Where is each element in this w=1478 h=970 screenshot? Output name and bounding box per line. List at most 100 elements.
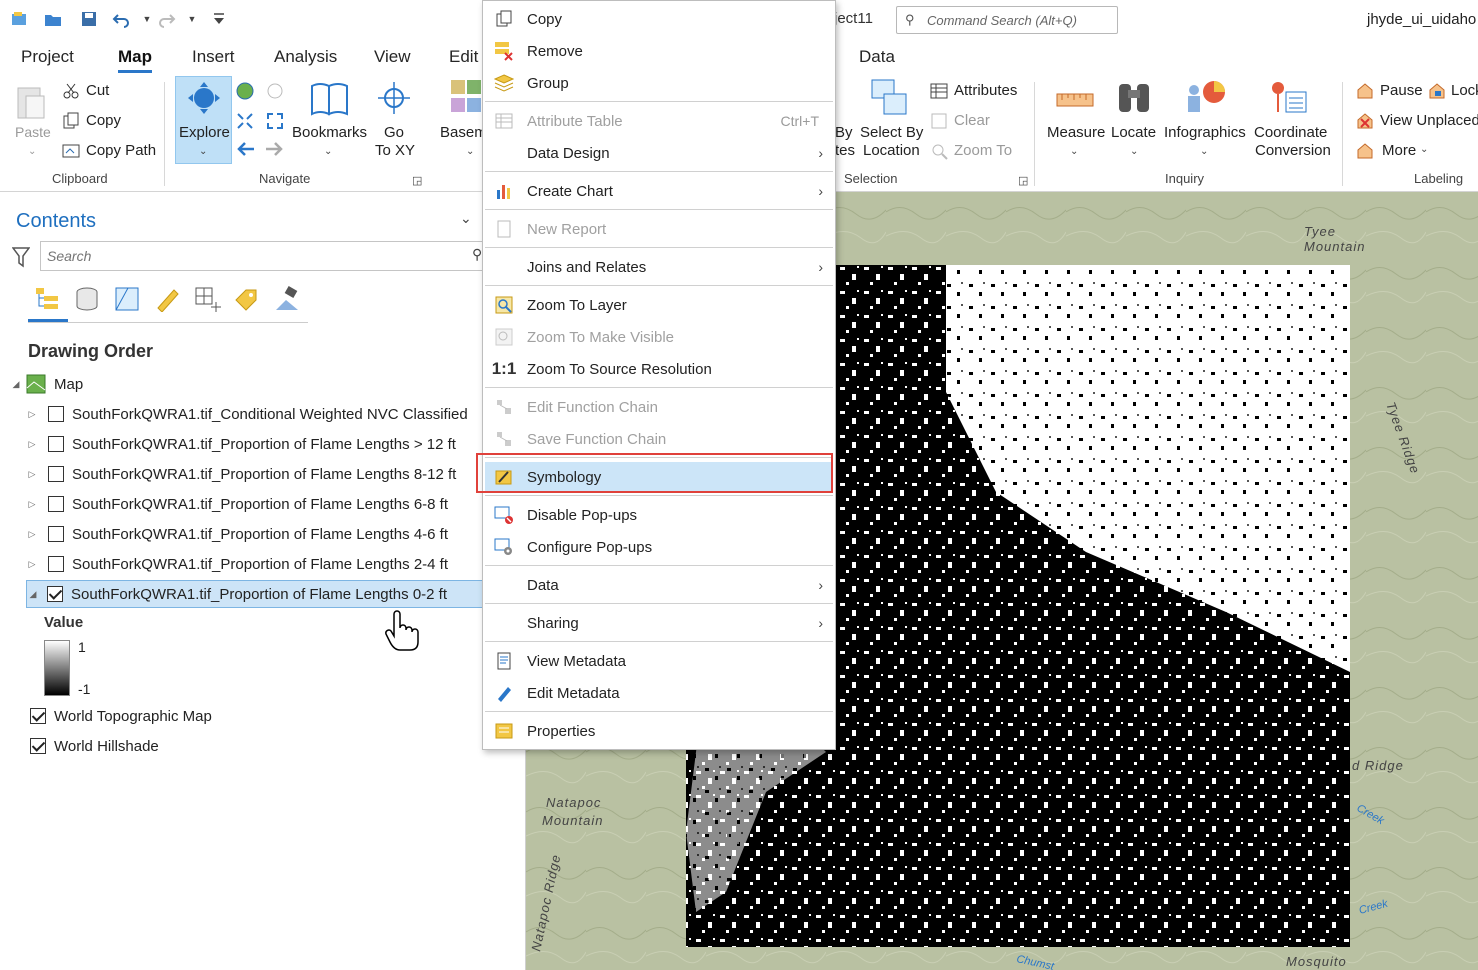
more-dropdown-icon[interactable]: ⌄ — [1420, 144, 1428, 155]
tab-analysis[interactable]: Analysis — [274, 47, 337, 67]
view-unplaced-button[interactable]: View Unplaced — [1380, 112, 1478, 129]
menu-item-zoom-to-make-visible[interactable]: Zoom To Make Visible — [485, 322, 833, 352]
menu-item-create-chart[interactable]: Create Chart › — [485, 176, 833, 206]
save-icon[interactable] — [80, 10, 98, 28]
layer-visibility-checkbox[interactable] — [48, 556, 64, 572]
collapse-icon[interactable]: ◢ — [27, 589, 39, 600]
go-to-xy-label-2[interactable]: To XY — [375, 142, 415, 159]
select-by-attributes-label-2[interactable]: tes — [835, 142, 855, 159]
pause-button[interactable]: Pause — [1380, 82, 1423, 99]
expand-icon[interactable]: ▷ — [26, 469, 38, 480]
menu-item-data[interactable]: Data › — [485, 570, 833, 600]
pane-options-icon[interactable]: ⌄ — [460, 210, 472, 227]
menu-item-joins-and-relates[interactable]: Joins and Relates › — [485, 252, 833, 282]
basemap-dropdown-icon[interactable]: ⌄ — [466, 146, 474, 157]
menu-item-data-design[interactable]: Data Design › — [485, 138, 833, 168]
coordinate-conversion-label-2[interactable]: Conversion — [1255, 142, 1331, 159]
list-by-labeling-icon[interactable] — [234, 286, 258, 311]
pause-labeling-icon[interactable] — [1356, 82, 1374, 100]
view-unplaced-icon[interactable] — [1356, 112, 1374, 130]
fixed-zoom-out-icon[interactable] — [266, 112, 284, 130]
zoom-to-selection-icon[interactable] — [930, 142, 948, 160]
expand-icon[interactable]: ▷ — [26, 409, 38, 420]
menu-item-configure-pop-ups[interactable]: Configure Pop-ups — [485, 532, 833, 562]
collapse-icon[interactable]: ◢ — [10, 379, 22, 390]
copy-path-button[interactable]: Copy Path — [86, 142, 156, 159]
basemap-icon[interactable] — [449, 78, 485, 114]
expand-icon[interactable]: ▷ — [26, 439, 38, 450]
list-by-editing-icon[interactable] — [154, 286, 179, 313]
menu-item-zoom-to-source-resolution[interactable]: 1:1 Zoom To Source Resolution — [485, 354, 833, 384]
layer-visibility-checkbox[interactable] — [48, 436, 64, 452]
go-to-xy-label-1[interactable]: Go — [384, 124, 404, 141]
fixed-zoom-in-icon[interactable] — [236, 112, 254, 130]
copy-button[interactable]: Copy — [86, 112, 121, 129]
basemap-button[interactable]: Basem — [440, 124, 487, 141]
more-labeling-icon[interactable] — [1356, 142, 1374, 160]
redo-icon[interactable] — [158, 10, 176, 28]
layer-row[interactable]: ▷ SouthForkQWRA1.tif_Proportion of Flame… — [26, 550, 486, 578]
more-button[interactable]: More — [1382, 142, 1416, 159]
menu-item-properties[interactable]: Properties — [485, 716, 833, 746]
locate-button[interactable]: Locate — [1111, 124, 1156, 141]
menu-item-attribute-table[interactable]: Attribute Table Ctrl+T — [485, 106, 833, 136]
expand-icon[interactable]: ▷ — [26, 529, 38, 540]
paste-dropdown-icon[interactable]: ⌄ — [28, 146, 36, 157]
select-by-location-icon[interactable] — [868, 78, 907, 115]
layer-row-selected[interactable]: ◢ SouthForkQWRA1.tif_Proportion of Flame… — [26, 580, 486, 608]
infographics-icon[interactable] — [1184, 78, 1225, 114]
menu-item-group[interactable]: Group — [485, 68, 833, 98]
layer-visibility-checkbox[interactable] — [48, 406, 64, 422]
layer-visibility-checkbox[interactable] — [48, 466, 64, 482]
tab-project[interactable]: Project — [21, 47, 74, 67]
tab-data[interactable]: Data — [859, 47, 895, 67]
tab-edit[interactable]: Edit — [449, 47, 478, 67]
next-extent-icon[interactable] — [264, 140, 283, 158]
menu-item-new-report[interactable]: New Report — [485, 214, 833, 244]
list-by-perspective-imagery-icon[interactable] — [274, 286, 298, 310]
lock-button[interactable]: Lock — [1451, 82, 1478, 99]
copy-path-icon[interactable] — [62, 142, 80, 160]
explore-dropdown-icon[interactable]: ⌄ — [199, 146, 207, 157]
clear-button[interactable]: Clear — [954, 112, 990, 129]
bookmarks-dropdown-icon[interactable]: ⌄ — [324, 146, 332, 157]
expand-icon[interactable]: ▷ — [26, 559, 38, 570]
layer-visibility-checkbox[interactable] — [48, 496, 64, 512]
menu-item-sharing[interactable]: Sharing › — [485, 608, 833, 638]
undo-dropdown-icon[interactable]: ▼ — [138, 10, 156, 28]
locate-dropdown-icon[interactable]: ⌄ — [1130, 146, 1138, 157]
coordinate-conversion-icon[interactable] — [1268, 78, 1307, 114]
attributes-icon[interactable] — [930, 82, 948, 100]
clear-selection-icon[interactable] — [930, 112, 948, 130]
tab-map[interactable]: Map — [118, 47, 152, 73]
list-by-selection-icon[interactable] — [114, 286, 139, 311]
menu-item-view-metadata[interactable]: View Metadata — [485, 646, 833, 676]
layer-row[interactable]: ▷ SouthForkQWRA1.tif_Proportion of Flame… — [26, 520, 486, 548]
basemap-row[interactable]: World Hillshade — [30, 732, 490, 760]
user-name[interactable]: jhyde_ui_uidaho — [1367, 11, 1476, 28]
open-folder-icon[interactable] — [44, 10, 62, 28]
bookmarks-icon[interactable] — [310, 80, 348, 116]
measure-dropdown-icon[interactable]: ⌄ — [1070, 146, 1078, 157]
tab-insert[interactable]: Insert — [192, 47, 235, 67]
list-by-drawing-order-icon[interactable] — [34, 286, 58, 310]
new-project-icon[interactable] — [10, 10, 28, 28]
cut-button[interactable]: Cut — [86, 82, 109, 99]
layer-row[interactable]: ▷ SouthForkQWRA1.tif_Conditional Weighte… — [26, 400, 486, 428]
undo-icon[interactable] — [112, 10, 130, 28]
redo-dropdown-icon[interactable]: ▼ — [183, 10, 201, 28]
locate-icon[interactable] — [1116, 78, 1152, 114]
menu-item-copy[interactable]: Copy — [485, 4, 833, 34]
select-by-location-label-1[interactable]: Select By — [860, 124, 923, 141]
tab-view[interactable]: View — [374, 47, 411, 67]
copy-icon[interactable] — [62, 112, 80, 130]
bookmarks-button[interactable]: Bookmarks — [292, 124, 367, 141]
basemap-row[interactable]: World Topographic Map — [30, 702, 490, 730]
menu-item-edit-metadata[interactable]: Edit Metadata — [485, 678, 833, 708]
customize-toolbar-icon[interactable] — [210, 10, 228, 28]
cut-icon[interactable] — [62, 82, 80, 100]
menu-item-disable-pop-ups[interactable]: Disable Pop-ups — [485, 500, 833, 530]
infographics-dropdown-icon[interactable]: ⌄ — [1200, 146, 1208, 157]
go-to-xy-icon[interactable] — [376, 80, 412, 116]
zoom-to-button[interactable]: Zoom To — [954, 142, 1012, 159]
